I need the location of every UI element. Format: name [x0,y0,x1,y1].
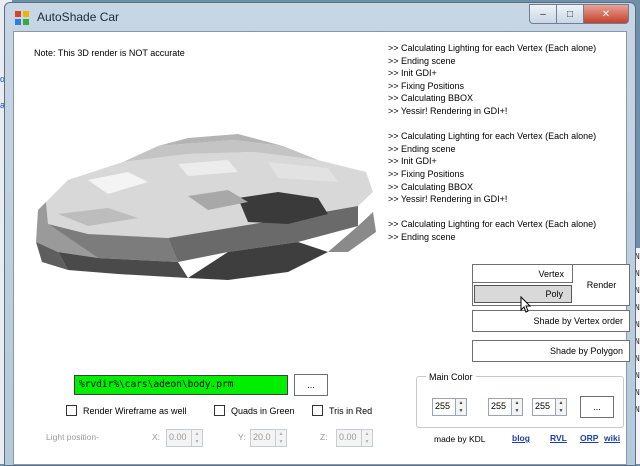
log-line: >> Yessir! Rendering in GDI+! [388,105,508,116]
spinner-arrows[interactable]: ▲ ▼ [192,429,203,447]
orp-link[interactable]: ORP [580,433,598,443]
checkbox-box[interactable] [312,405,323,416]
spinner-arrows[interactable]: ▲ ▼ [276,429,287,447]
log-line: >> Fixing Positions [388,168,465,179]
wiki-link[interactable]: wiki [604,433,620,443]
mouse-pointer-icon [520,295,532,316]
log-line: >> Ending scene [388,55,456,66]
spin-up-icon[interactable]: ▲ [512,399,522,407]
minimize-button[interactable]: – [529,4,557,24]
shade-by-polygon-button[interactable]: Shade by Polygon [472,340,630,362]
browse-path-button[interactable]: ... [294,374,328,396]
spin-down-icon[interactable]: ▼ [276,438,286,446]
spinner-arrows[interactable]: ▲ ▼ [556,398,567,416]
spin-down-icon[interactable]: ▼ [512,407,522,415]
model-path-field[interactable]: %rvdir%\cars\adeon\body.prm [74,375,288,395]
light-y-label: Y: [238,432,246,442]
spin-up-icon[interactable]: ▲ [276,430,286,438]
spin-up-icon[interactable]: ▲ [362,430,372,438]
light-x-spinner[interactable]: 0.00 ▲ ▼ [166,429,203,447]
log-line: >> Calculating Lighting for each Vertex … [388,131,597,142]
car-render [28,102,378,302]
log-line: >> Calculating Lighting for each Vertex … [388,43,597,53]
blog-link[interactable]: blog [512,433,530,443]
vertex-mode-button[interactable]: Vertex [473,265,573,283]
spin-down-icon[interactable]: ▼ [192,438,202,446]
quads-green-checkbox[interactable]: Quads in Green [214,405,295,416]
light-x-label: X: [152,432,161,442]
log-line: >> Ending scene [388,231,456,242]
log-line: >> Yessir! Rendering in GDI+! [388,194,508,205]
light-z-label: Z: [320,432,328,442]
light-y-spinner[interactable]: 20.0 ▲ ▼ [250,429,287,447]
color-red-input[interactable]: 255 [432,398,456,416]
checkbox-box[interactable] [66,405,77,416]
client-area: Note: This 3D render is NOT accurate >> … [13,31,630,465]
log-line: >> Calculating Lighting for each Vertex … [388,219,597,230]
app-window: AutoShade Car – □ ✕ Note: This 3D render… [4,2,636,466]
spinner-arrows[interactable]: ▲ ▼ [512,398,523,416]
checkbox-label: Quads in Green [231,405,295,416]
render-log: >> Calculating Lighting for each Vertex … [388,42,622,244]
light-position-label: Light position- [46,432,99,442]
maximize-button[interactable]: □ [557,4,584,24]
spin-down-icon[interactable]: ▼ [556,407,566,415]
log-line: >> Calculating BBOX [388,181,474,192]
color-blue-input[interactable]: 255 [532,398,556,416]
spin-down-icon[interactable]: ▼ [362,438,372,446]
color-green-spinner[interactable]: 255 ▲ ▼ [488,398,523,416]
spin-up-icon[interactable]: ▲ [456,399,466,407]
app-icon [15,11,29,25]
spinner-arrows[interactable]: ▲ ▼ [362,429,373,447]
spin-up-icon[interactable]: ▲ [192,430,202,438]
main-color-label: Main Color [426,372,476,382]
title-bar[interactable]: AutoShade Car – □ ✕ [5,3,635,31]
log-line: >> Ending scene [388,143,456,154]
render-note: Note: This 3D render is NOT accurate [34,48,185,58]
wireframe-checkbox[interactable]: Render Wireframe as well [66,405,187,416]
checkbox-label: Tris in Red [329,405,373,416]
light-x-input[interactable]: 0.00 [166,429,192,447]
render-button[interactable]: Render [574,265,629,305]
light-z-input[interactable]: 0.00 [336,429,362,447]
light-z-spinner[interactable]: 0.00 ▲ ▼ [336,429,373,447]
window-title: AutoShade Car [37,10,120,24]
log-line: >> Calculating BBOX [388,93,474,104]
light-y-input[interactable]: 20.0 [250,429,276,447]
pick-color-button[interactable]: ... [580,396,614,418]
color-blue-spinner[interactable]: 255 ▲ ▼ [532,398,567,416]
shade-by-vertex-button[interactable]: Shade by Vertex order [472,310,630,332]
credits-text: made by KDL [434,434,486,444]
log-line: >> Init GDI+ [388,156,437,167]
rvl-link[interactable]: RVL [550,433,567,443]
log-line: >> Init GDI+ [388,68,437,79]
tris-red-checkbox[interactable]: Tris in Red [312,405,372,416]
close-button[interactable]: ✕ [584,4,629,24]
spin-up-icon[interactable]: ▲ [556,399,566,407]
caption-buttons: – □ ✕ [529,4,629,24]
car-body-render [36,134,376,280]
color-green-input[interactable]: 255 [488,398,512,416]
color-red-spinner[interactable]: 255 ▲ ▼ [432,398,467,416]
spinner-arrows[interactable]: ▲ ▼ [456,398,467,416]
spin-down-icon[interactable]: ▼ [456,407,466,415]
checkbox-box[interactable] [214,405,225,416]
checkbox-label: Render Wireframe as well [83,405,187,416]
log-line: >> Fixing Positions [388,80,465,91]
